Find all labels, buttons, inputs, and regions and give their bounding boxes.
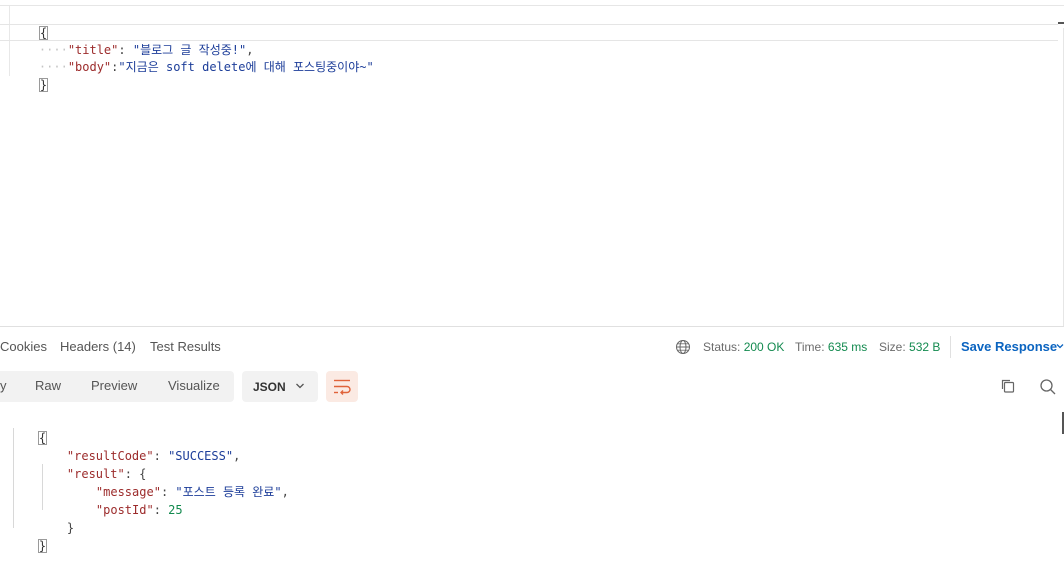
globe-icon[interactable] [675,339,691,355]
time-value: 635 ms [827,340,868,354]
status-value: 200 OK [743,340,785,354]
request-body-editor[interactable]: { ····"title": "블로그 글 작성중!", ····"body":… [0,0,1064,326]
json-key-post-id: "postId" [95,503,154,517]
status-indicator[interactable]: Status: 200 OK [703,340,784,354]
copy-icon[interactable] [1000,378,1016,394]
view-option-preview[interactable]: Preview [91,378,137,393]
json-brace: } [66,521,75,535]
tab-cookies[interactable]: Cookies [0,339,47,354]
resp-line-1[interactable]: { [9,413,48,445]
json-separator: : [153,503,169,517]
editor-top-border [0,5,1064,6]
size-label: Size: [879,340,906,354]
wrap-lines-icon [334,379,351,395]
json-comma: , [233,449,241,463]
json-value-body: "지금은 soft delete에 대해 포스팅중이야~" [118,60,374,74]
tab-test-results[interactable]: Test Results [150,339,221,354]
json-separator: : [153,449,169,463]
size-indicator[interactable]: Size: 532 B [879,340,940,354]
code-line-2[interactable]: ····"title": "블로그 글 작성중!", [0,24,1058,57]
matched-brace: } [37,539,48,553]
tab-headers[interactable]: Headers (14) [60,339,136,354]
json-value-post-id: 25 [168,503,183,517]
pane-splitter[interactable] [0,326,1064,327]
scroll-marker [1058,22,1064,24]
wrap-lines-button[interactable] [326,371,358,402]
json-key-body: "body" [67,60,112,74]
resp-line-3[interactable]: "result": { [38,449,146,481]
time-indicator[interactable]: Time: 635 ms [795,340,867,354]
view-option-raw[interactable]: Raw [35,378,61,393]
size-value: 532 B [909,340,941,354]
code-line-1[interactable]: { [10,8,49,40]
chevron-down-icon[interactable] [1056,342,1064,350]
json-value-message: "포스트 등록 완료" [175,485,282,499]
search-icon[interactable] [1039,378,1057,396]
view-option-pretty[interactable]: y [0,378,7,393]
json-value-result-code: "SUCCESS" [168,449,234,463]
resp-line-5[interactable]: "postId": 25 [67,485,183,517]
chevron-down-icon [296,383,304,389]
matched-brace: } [38,78,49,92]
save-response-button[interactable]: Save Response [961,339,1057,354]
status-label: Status: [703,340,741,354]
resp-line-4[interactable]: "message": "포스트 등록 완료", [67,467,289,499]
resp-line-2[interactable]: "resultCode": "SUCCESS", [38,431,240,463]
response-body-viewer[interactable]: { "resultCode": "SUCCESS", "result": { "… [0,410,1064,553]
resp-line-6[interactable]: } [38,503,74,535]
divider [950,336,951,358]
json-comma: , [281,485,289,499]
view-option-visualize[interactable]: Visualize [168,378,220,393]
time-label: Time: [795,340,825,354]
code-line-4[interactable]: } [10,60,49,92]
format-select-label: JSON [253,380,286,394]
code-line-3[interactable]: ····"body":"지금은 soft delete에 대해 포스팅중이야~" [10,42,374,74]
resp-line-7[interactable]: } [9,521,48,553]
